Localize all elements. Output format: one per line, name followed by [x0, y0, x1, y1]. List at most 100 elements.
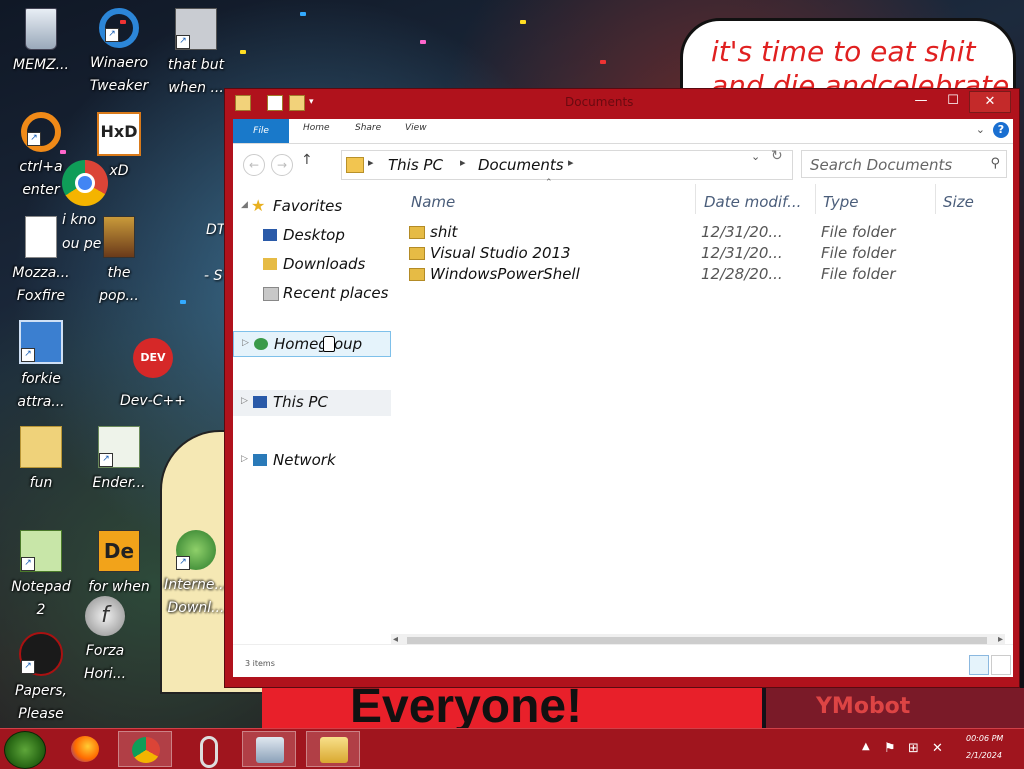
window-titlebar[interactable]: ▾ Documents — ☐ ✕ [225, 89, 1019, 119]
column-divider[interactable] [935, 184, 936, 214]
nav-recent-places[interactable]: Recent places [233, 281, 391, 307]
chrome-icon [75, 173, 95, 193]
column-header-size[interactable]: Size [943, 184, 974, 220]
volume-muted-icon[interactable]: ✕ [932, 741, 943, 756]
search-icon[interactable]: ⚲ [990, 156, 1000, 171]
desktop-icon-label: Please [18, 706, 64, 722]
action-center-flag-icon[interactable]: ⚑ [884, 741, 896, 756]
expand-arrow-icon[interactable]: ▷ [242, 338, 249, 348]
new-folder-quick-icon[interactable] [289, 95, 305, 111]
large-icons-view-icon[interactable] [991, 655, 1011, 675]
tab-home[interactable]: Home [303, 123, 330, 133]
up-arrow-icon[interactable]: ↑ [301, 152, 313, 168]
desktop-icon-fun[interactable]: fun [0, 426, 82, 495]
desktop-icon-label: Tweaker [89, 78, 149, 94]
desktop-icon-winaero-tweaker[interactable]: ↗ Winaero Tweaker [78, 8, 160, 98]
nav-downloads[interactable]: Downloads [233, 252, 391, 278]
details-view-icon[interactable] [969, 655, 989, 675]
file-explorer-icon [320, 737, 348, 763]
maximize-button[interactable]: ☐ [939, 91, 967, 111]
desktop-icon-memz[interactable]: MEMZ... [0, 8, 82, 77]
file-name: WindowsPowerShell [430, 265, 580, 283]
homegroup-icon [254, 338, 268, 350]
desktop-icon-ender[interactable]: ↗ Ender... [78, 426, 160, 495]
desktop-icon-forkie-attra[interactable]: ↗ forkie attra... [0, 320, 82, 414]
file-explorer-window[interactable]: ▾ Documents — ☐ ✕ File Home Share View ⌄… [224, 88, 1020, 688]
nav-favorites[interactable]: ◢ ★ Favorites [233, 194, 391, 220]
network-status-icon[interactable]: ⊞ [908, 741, 919, 756]
breadcrumb-chevron-icon[interactable]: ▸ [568, 156, 574, 169]
chrome-icon [132, 737, 160, 763]
expand-ribbon-icon[interactable]: ⌄ [976, 123, 985, 136]
network-icon [253, 454, 267, 466]
clock-time[interactable]: 00:06 PM [966, 734, 1003, 743]
column-divider[interactable] [815, 184, 816, 214]
help-icon[interactable]: ? [993, 122, 1009, 138]
breadcrumb-documents[interactable]: Documents [478, 156, 564, 174]
desktop-icon-label: fun [29, 475, 53, 491]
ribbon-tabs: File Home Share View ⌄ ? [233, 119, 1013, 144]
taskbar-firefox[interactable] [58, 731, 112, 767]
clock-date[interactable]: 2/1/2024 [966, 751, 1002, 760]
desktop-icon-the-pop[interactable]: the pop... [78, 216, 160, 308]
back-arrow-icon[interactable]: ← [243, 154, 265, 176]
shortcut-arrow-icon: ↗ [176, 556, 190, 570]
file-row[interactable]: WindowsPowerShell 12/28/20... File folde… [395, 264, 1013, 285]
desktop-icon-papers-please[interactable]: ↗ Papers, Please [0, 632, 82, 726]
tab-share[interactable]: Share [355, 123, 381, 133]
shortcut-arrow-icon: ↗ [27, 132, 41, 146]
nav-label: Network [273, 451, 336, 469]
breadcrumb-chevron-icon[interactable]: ▸ [368, 156, 374, 169]
computer-icon [253, 396, 267, 408]
tab-view[interactable]: View [405, 123, 427, 133]
shortcut-arrow-icon: ↗ [105, 28, 119, 42]
column-header-type[interactable]: Type [823, 184, 859, 220]
minimize-button[interactable]: — [907, 91, 935, 111]
file-row[interactable]: shit 12/31/20... File folder [395, 222, 1013, 243]
desktop-icon-that-but-when[interactable]: ↗ that but when ... [155, 8, 237, 100]
expand-arrow-icon[interactable]: ▷ [241, 396, 248, 406]
breadcrumb-this-pc[interactable]: This PC [388, 156, 443, 174]
breadcrumb-chevron-icon[interactable]: ▸ [460, 156, 466, 169]
taskbar-file-explorer[interactable] [306, 731, 360, 767]
close-button[interactable]: ✕ [969, 91, 1011, 113]
nav-homegroup[interactable]: ▷ Homegroup [233, 331, 391, 357]
properties-quick-icon[interactable] [235, 95, 251, 111]
file-type: File folder [821, 223, 896, 241]
taskbar-system-monitor[interactable] [242, 731, 296, 767]
taskbar-chrome[interactable] [118, 731, 172, 767]
start-button[interactable] [4, 731, 46, 769]
refresh-icon[interactable]: ↻ [771, 148, 783, 164]
desktop-icon-label: MEMZ... [13, 57, 69, 73]
desktop-icon-dev-cpp[interactable]: DEV Dev-C++ [112, 338, 194, 413]
nav-this-pc[interactable]: ▷ This PC [233, 390, 391, 416]
tab-file[interactable]: File [233, 119, 289, 143]
address-bar[interactable]: ▸ This PC ▸ Documents ▸ [341, 150, 793, 180]
forward-arrow-icon[interactable]: → [271, 154, 293, 176]
collapse-arrow-icon[interactable]: ◢ [241, 200, 248, 210]
search-input[interactable]: Search Documents ⚲ [801, 150, 1007, 178]
column-divider[interactable] [695, 184, 696, 214]
partial-icon-label: DT [206, 222, 226, 238]
expand-arrow-icon[interactable]: ▷ [241, 454, 248, 464]
file-row[interactable]: Visual Studio 2013 12/31/20... File fold… [395, 243, 1013, 264]
wallpaper-corner: YMobot [766, 688, 1024, 728]
quick-access-dropdown-icon[interactable]: ▾ [309, 97, 314, 107]
address-dropdown-icon[interactable]: ⌄ [751, 150, 760, 163]
nav-label: This PC [273, 393, 328, 411]
desktop-icon-chrome[interactable] [62, 160, 108, 206]
column-header-name[interactable]: Name [411, 184, 455, 220]
column-header-date[interactable]: Date modif... [704, 184, 801, 220]
internet-download-icon: ↗ [176, 530, 216, 570]
desktop-icon-label: that but [167, 57, 225, 73]
confetti [420, 40, 426, 44]
nav-network[interactable]: ▷ Network [233, 448, 391, 474]
taskbar-paperclip[interactable] [180, 731, 234, 768]
new-file-quick-icon[interactable] [267, 95, 283, 111]
nav-desktop[interactable]: Desktop [233, 223, 391, 249]
file-date: 12/31/20... [701, 244, 783, 262]
desktop-icon-mozza-foxfire[interactable]: Mozza... Foxfire [0, 216, 82, 308]
shortcut-arrow-icon: ↗ [99, 453, 113, 467]
shortcut-arrow-icon: ↗ [21, 557, 35, 571]
show-hidden-icons-icon[interactable]: ▲ [862, 741, 870, 752]
